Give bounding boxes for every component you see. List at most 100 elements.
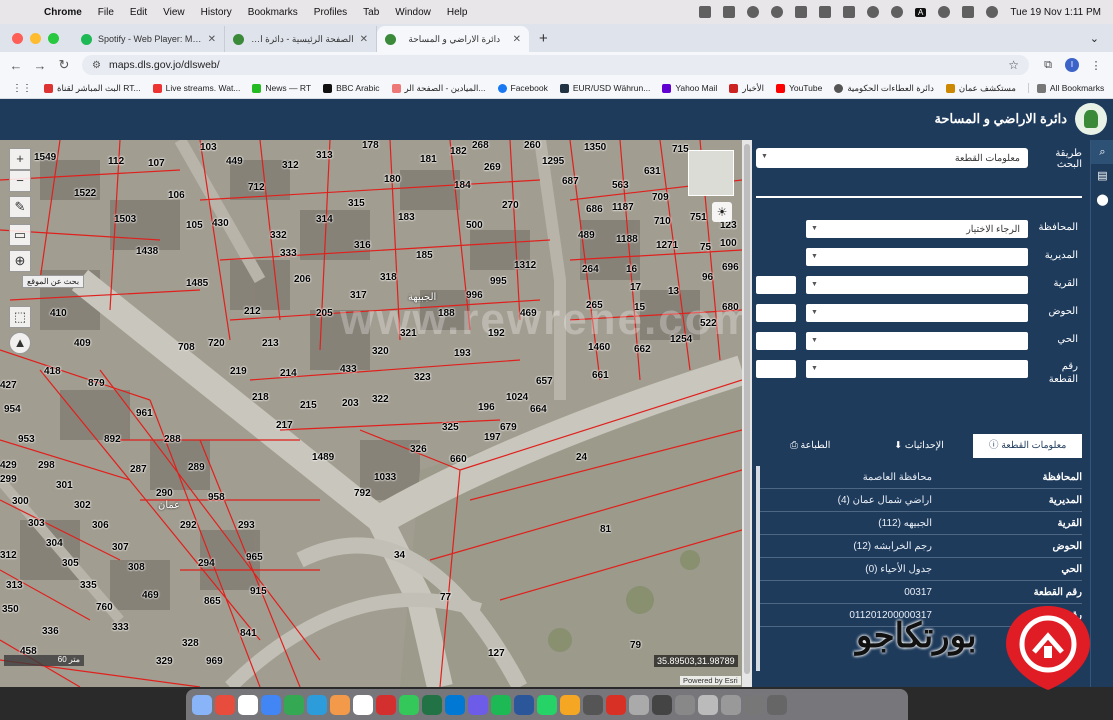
parcel-number-label[interactable]: 105 xyxy=(186,220,203,231)
village-code-input[interactable] xyxy=(756,276,796,294)
apps-grid-icon[interactable]: ⋮⋮ xyxy=(12,83,32,94)
parcel-number-label[interactable]: 350 xyxy=(2,604,19,615)
parcel-number-label[interactable]: 995 xyxy=(490,276,507,287)
dock-app-icon[interactable] xyxy=(261,694,281,715)
menu-history[interactable]: History xyxy=(201,7,232,18)
new-tab-button[interactable]: + xyxy=(539,30,548,47)
location-pin-icon[interactable]: ⬤ xyxy=(1091,188,1113,212)
dock-app-icon[interactable] xyxy=(606,694,626,715)
clock-icon[interactable] xyxy=(891,6,904,18)
parcel-number-label[interactable]: 892 xyxy=(104,434,121,445)
parcel-number-label[interactable]: 1460 xyxy=(588,342,610,353)
url-text[interactable]: maps.dls.gov.jo/dlsweb/ xyxy=(109,59,220,71)
reload-button[interactable]: ↻ xyxy=(52,57,76,73)
apple-menu-icon[interactable] xyxy=(14,5,30,19)
bookmark-item[interactable]: دائرة العطاءات الحكومية xyxy=(834,83,934,94)
parcel-number-label[interactable]: 1503 xyxy=(114,214,136,225)
bookmark-item[interactable]: Yahoo Mail xyxy=(662,83,717,93)
parcel-number-label[interactable]: 969 xyxy=(206,656,223,667)
menu-app-name[interactable]: Chrome xyxy=(44,7,82,18)
maximize-window-button[interactable] xyxy=(48,32,59,44)
parcel-number-label[interactable]: 312 xyxy=(0,550,17,561)
dock-app-icon[interactable] xyxy=(468,694,488,715)
parcel-number-label[interactable]: 107 xyxy=(148,158,165,169)
parcel-number-label[interactable]: 303 xyxy=(28,518,45,529)
parcel-number-label[interactable]: 188 xyxy=(438,308,455,319)
parcel-number-label[interactable]: 1295 xyxy=(542,156,564,167)
basemap-toggle-icon[interactable]: ☀ xyxy=(712,202,732,222)
compass-icon[interactable]: ▲ xyxy=(9,332,31,354)
dock-app-icon[interactable] xyxy=(284,694,304,715)
directorate-select[interactable]: ▼ xyxy=(806,248,1028,266)
dock-app-icon[interactable] xyxy=(215,694,235,715)
dock-app-icon[interactable] xyxy=(675,694,695,715)
bookmark-item[interactable]: News — RT xyxy=(252,83,311,93)
parcel-number-label[interactable]: 269 xyxy=(484,162,501,173)
parcel-number-label[interactable]: 264 xyxy=(582,264,599,275)
parcel-number-label[interactable]: 183 xyxy=(398,212,415,223)
parcel-number-label[interactable]: 332 xyxy=(270,230,287,241)
site-info-icon[interactable]: ⚙ xyxy=(92,60,101,71)
parcel-number-label[interactable]: 184 xyxy=(454,180,471,191)
parcel-number-label[interactable]: 305 xyxy=(62,558,79,569)
dock-app-icon[interactable] xyxy=(514,694,534,715)
parcel-number-label[interactable]: 1033 xyxy=(374,472,396,483)
parcel-number-label[interactable]: 290 xyxy=(156,488,173,499)
parcel-number-label[interactable]: 112 xyxy=(108,156,124,167)
parcel-number-label[interactable]: 196 xyxy=(478,402,495,413)
close-tab-icon[interactable]: ✕ xyxy=(513,34,521,45)
parcel-number-label[interactable]: 961 xyxy=(136,408,153,419)
parcel-number-label[interactable]: 321 xyxy=(400,328,417,339)
location-icon[interactable] xyxy=(747,6,760,18)
parcel-number-label[interactable]: 720 xyxy=(208,338,225,349)
parcel-number-label[interactable]: 320 xyxy=(372,346,389,357)
parcel-number-label[interactable]: 841 xyxy=(240,628,257,639)
parcel-number-label[interactable]: 954 xyxy=(4,404,21,415)
parcel-number-label[interactable]: 1187 xyxy=(612,202,634,213)
parcel-number-label[interactable]: 219 xyxy=(230,366,247,377)
district-code-input[interactable] xyxy=(756,332,796,350)
close-tab-icon[interactable]: ✕ xyxy=(360,34,368,45)
parcel-number-label[interactable]: 314 xyxy=(316,214,333,225)
layers-icon[interactable]: ▤ xyxy=(1091,164,1113,188)
parcel-number-label[interactable]: 1271 xyxy=(656,240,678,251)
zoom-in-button[interactable]: + xyxy=(9,148,31,170)
parcel-number-label[interactable]: 313 xyxy=(6,580,23,591)
parcel-number-label[interactable]: 958 xyxy=(208,492,225,503)
parcel-number-label[interactable]: 205 xyxy=(316,308,333,319)
bookmark-item[interactable]: الميادين - الصفحة الر... xyxy=(391,83,486,94)
parcel-number-label[interactable]: 17 xyxy=(630,282,641,293)
parcel-number-label[interactable]: 193 xyxy=(454,348,471,359)
parcel-number-label[interactable]: 631 xyxy=(644,166,661,177)
parcel-number-label[interactable]: 1350 xyxy=(584,142,606,153)
dock-app-icon[interactable] xyxy=(353,694,373,715)
back-button[interactable]: ← xyxy=(4,58,28,73)
dock-app-icon[interactable] xyxy=(721,694,741,715)
parcel-number-label[interactable]: 292 xyxy=(180,520,197,531)
parcel-number-label[interactable]: 265 xyxy=(586,300,603,311)
bookmark-item[interactable]: Facebook xyxy=(497,83,548,93)
menu-help[interactable]: Help xyxy=(447,7,468,18)
parcel-number-label[interactable]: 313 xyxy=(316,150,333,161)
parcel-number-label[interactable]: 299 xyxy=(0,474,17,485)
parcel-number-label[interactable]: 180 xyxy=(384,174,401,185)
parcel-number-label[interactable]: 1485 xyxy=(186,278,208,289)
parcel-number-label[interactable]: 217 xyxy=(276,420,293,431)
dock-app-icon[interactable] xyxy=(307,694,327,715)
parcel-number-label[interactable]: 326 xyxy=(410,444,427,455)
dock-app-icon[interactable] xyxy=(583,694,603,715)
parcel-number-label[interactable]: 657 xyxy=(536,376,553,387)
parcel-number-label[interactable]: 192 xyxy=(488,328,505,339)
menu-file[interactable]: File xyxy=(98,7,114,18)
parcel-number-label[interactable]: 270 xyxy=(502,200,519,211)
parcel-number-label[interactable]: 333 xyxy=(112,622,129,633)
parcel-number-label[interactable]: 34 xyxy=(394,550,405,561)
parcel-number-label[interactable]: 409 xyxy=(74,338,91,349)
parcel-number-label[interactable]: 696 xyxy=(722,262,739,273)
menu-edit[interactable]: Edit xyxy=(130,7,147,18)
parcel-number-label[interactable]: 218 xyxy=(252,392,269,403)
parcel-number-label[interactable]: 318 xyxy=(380,272,397,283)
parcel-number-label[interactable]: 1522 xyxy=(74,188,96,199)
parcel-number-label[interactable]: 100 xyxy=(720,238,737,249)
bookmark-item[interactable]: EUR/USD Währun... xyxy=(559,83,650,93)
